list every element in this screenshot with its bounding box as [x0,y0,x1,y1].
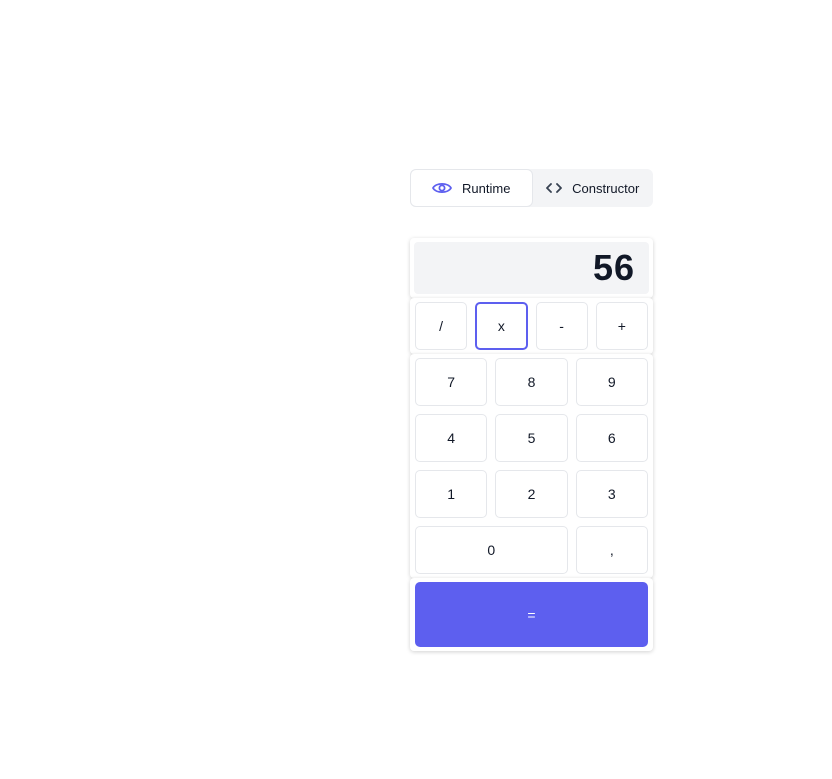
constructor-label: Constructor [572,180,640,196]
digit-4-button[interactable]: 4 [415,414,488,462]
equals-button[interactable]: = [415,582,648,647]
digit-0-button[interactable]: 0 [415,526,568,574]
calculator-display: 56 [414,242,649,294]
add-button[interactable]: + [595,302,648,350]
constructor-tab[interactable]: Constructor [533,169,654,207]
display-panel: 56 [410,238,653,298]
equals-panel: = [410,578,653,651]
digit-7-button[interactable]: 7 [415,358,488,406]
digit-8-button[interactable]: 8 [495,358,568,406]
subtract-button[interactable]: - [535,302,588,350]
digit-2-button[interactable]: 2 [495,470,568,518]
digit-9-button[interactable]: 9 [575,358,648,406]
digit-3-button[interactable]: 3 [575,470,648,518]
digit-6-button[interactable]: 6 [575,414,648,462]
multiply-button[interactable]: x [475,302,528,350]
divide-button[interactable]: / [415,302,468,350]
digit-5-button[interactable]: 5 [495,414,568,462]
code-icon [546,182,563,194]
mode-toggle: Runtime Constructor [410,169,653,207]
decimal-comma-button[interactable]: , [575,526,648,574]
digit-1-button[interactable]: 1 [415,470,488,518]
digits-panel: 7 8 9 4 5 6 1 2 3 0 , [410,354,653,578]
runtime-label: Runtime [462,180,511,196]
operators-panel: / x - + [410,298,653,354]
eye-icon [432,181,453,195]
app-page: Runtime Constructor 56 / x - + 7 8 9 4 5… [0,0,832,779]
runtime-tab[interactable]: Runtime [410,169,533,207]
